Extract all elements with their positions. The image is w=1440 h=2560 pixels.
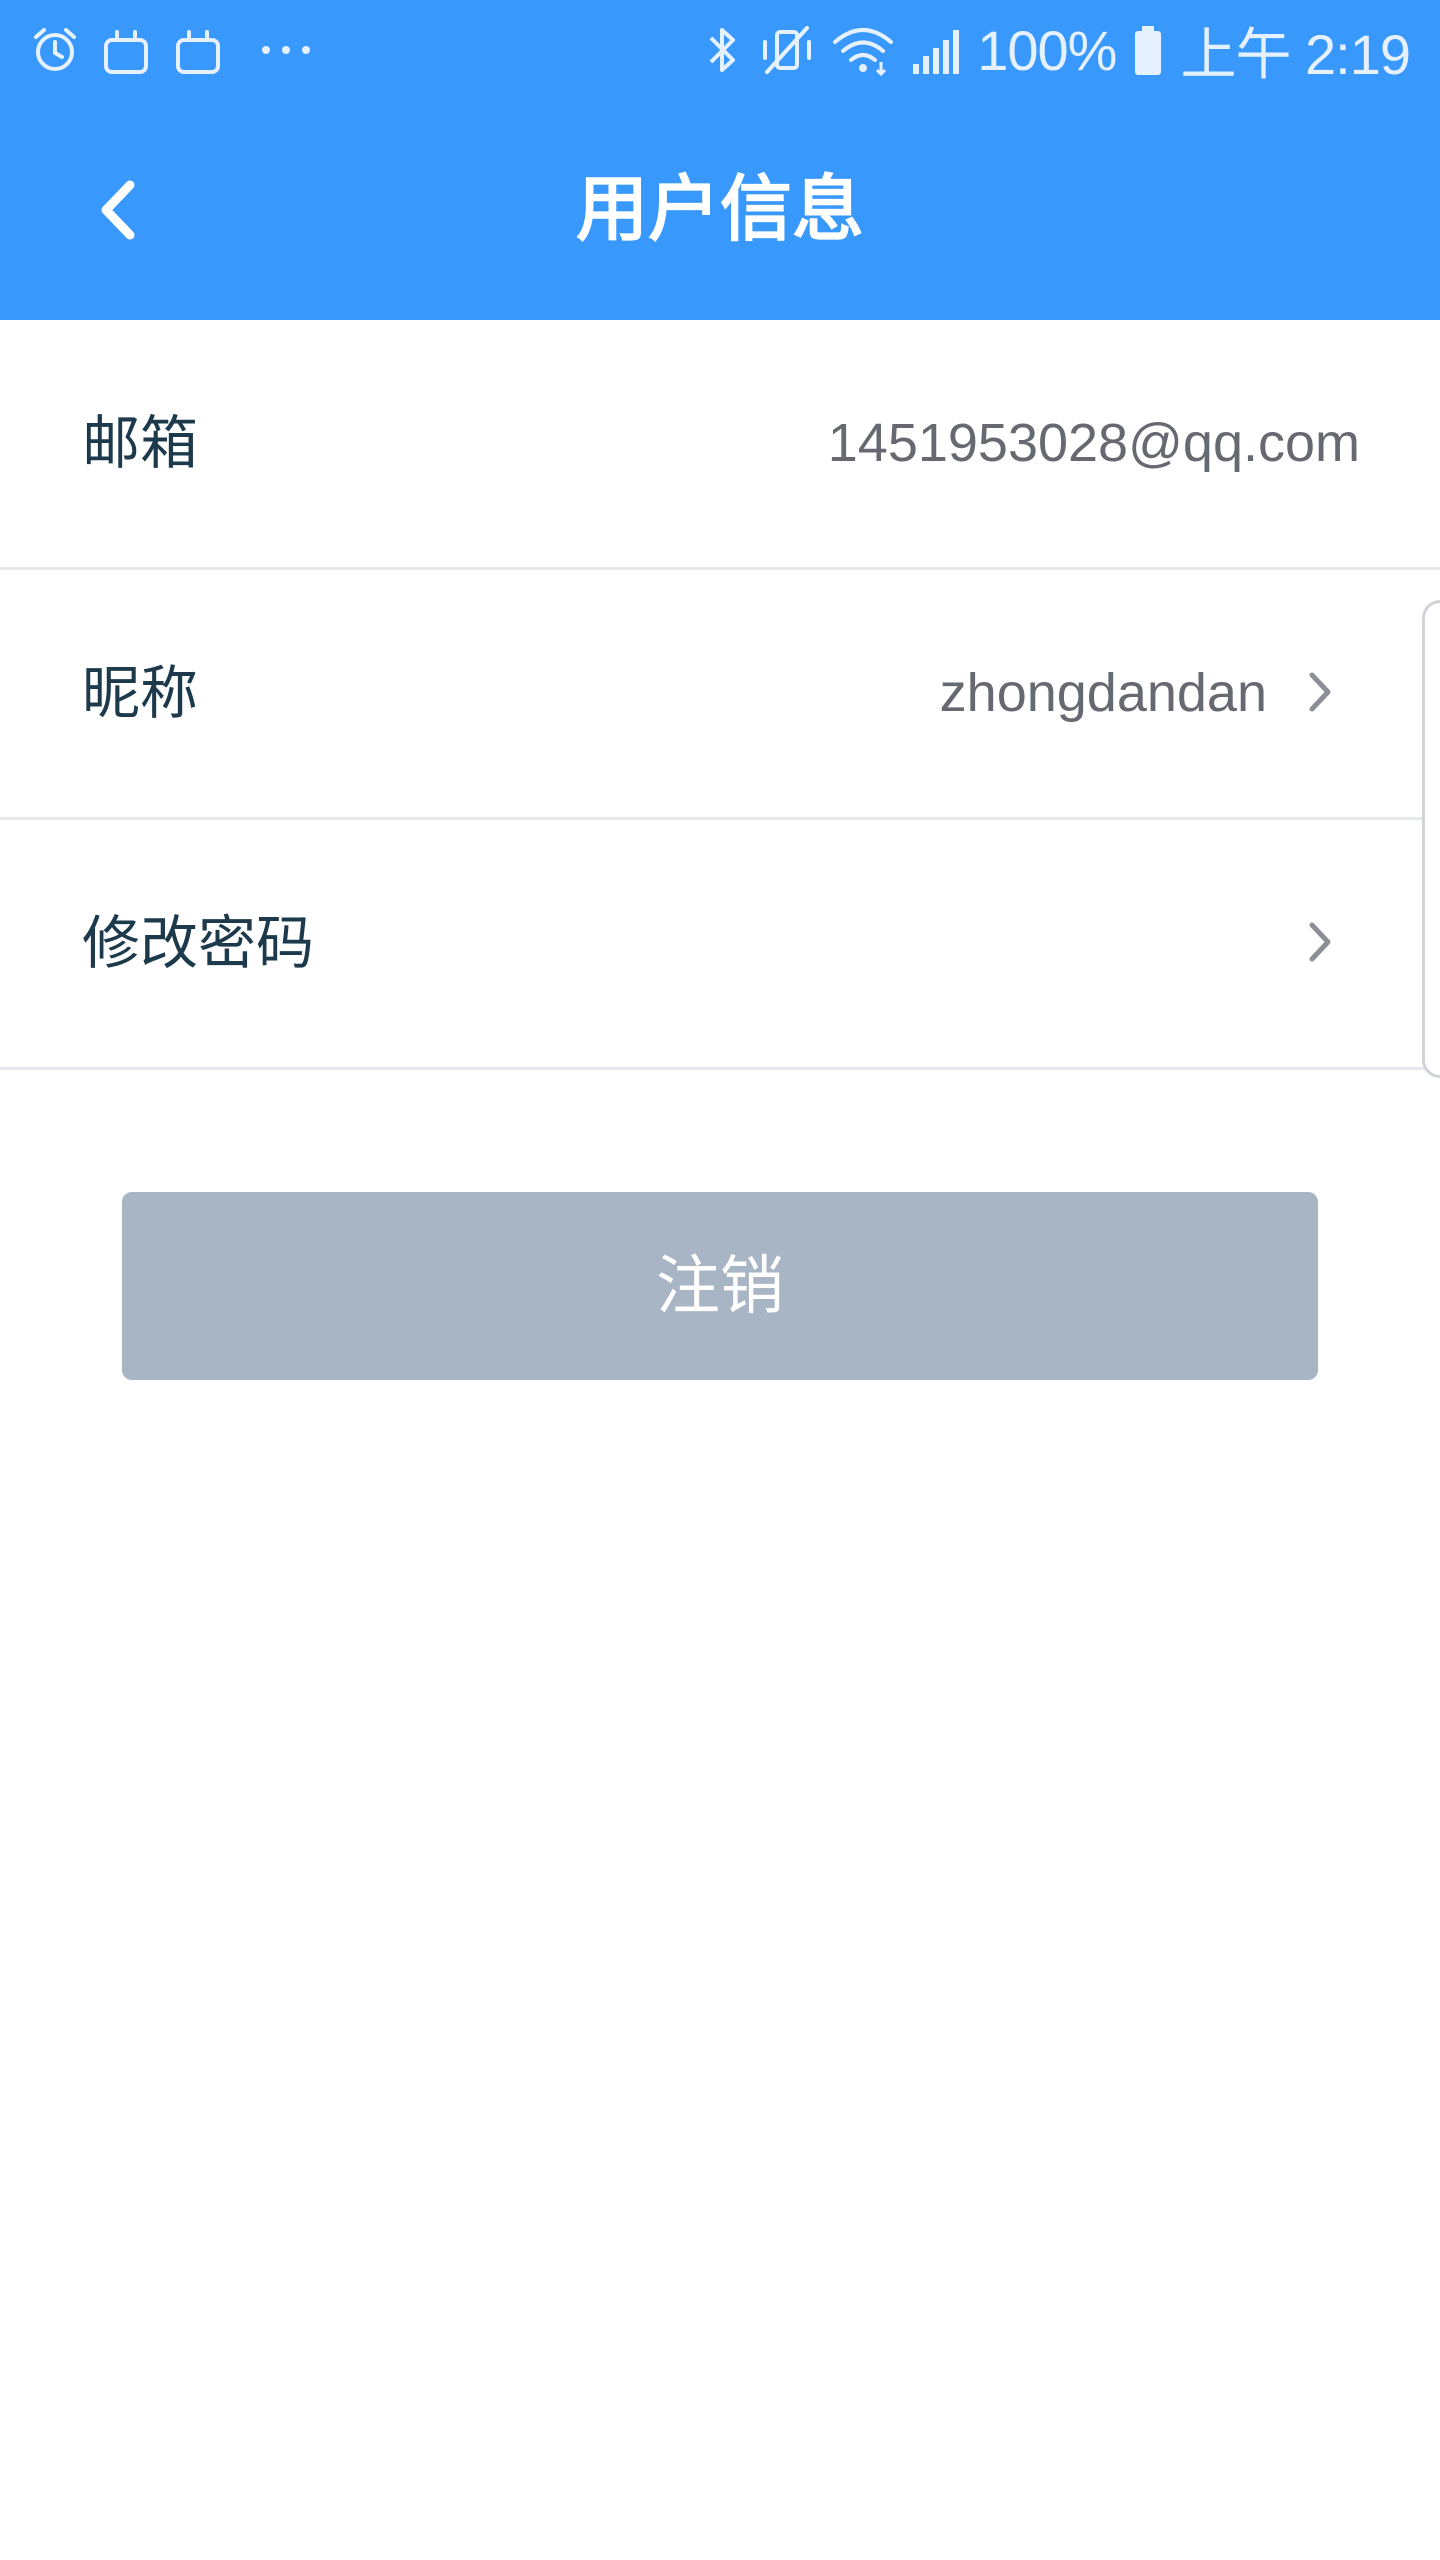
battery-icon [1132,22,1164,78]
bag-icon [100,24,152,76]
battery-percentage: 100% [977,18,1117,82]
change-password-row[interactable]: 修改密码 [0,820,1440,1070]
chevron-right-icon [1290,662,1350,722]
logout-button[interactable]: 注销 [122,1192,1318,1380]
change-password-label: 修改密码 [82,911,315,976]
status-time: 上午 2:19 [1180,22,1411,86]
nickname-label: 昵称 [82,661,199,726]
vibrate-mute-icon [759,22,815,78]
status-left-icons [30,20,314,80]
chevron-left-icon [101,180,135,240]
email-row: 邮箱 1451953028@qq.com [0,320,1440,570]
bluetooth-icon [703,22,743,78]
bag-icon [172,24,224,76]
back-button[interactable] [70,160,170,260]
nickname-value: zhongdandan [939,663,1267,723]
toolbar: 用户信息 [0,100,1440,320]
nickname-row[interactable]: 昵称 zhongdandan [0,570,1440,820]
email-value: 1451953028@qq.com [827,413,1360,473]
wifi-icon [831,22,895,78]
email-label: 邮箱 [82,411,199,476]
edge-panel-handle[interactable] [1422,600,1440,1078]
chevron-right-icon [1290,912,1350,972]
user-info-list: 邮箱 1451953028@qq.com 昵称 zhongdandan 修改密码 [0,320,1440,1070]
status-right-icons: 100% 上午 2:19 [703,18,1411,86]
more-dots-icon [258,40,314,60]
page-title: 用户信息 [575,170,864,250]
status-bar: 100% 上午 2:19 [0,0,1440,100]
alarm-icon [30,25,80,75]
app-bar: 100% 上午 2:19 用户信息 [0,0,1440,320]
signal-icon [911,22,961,78]
